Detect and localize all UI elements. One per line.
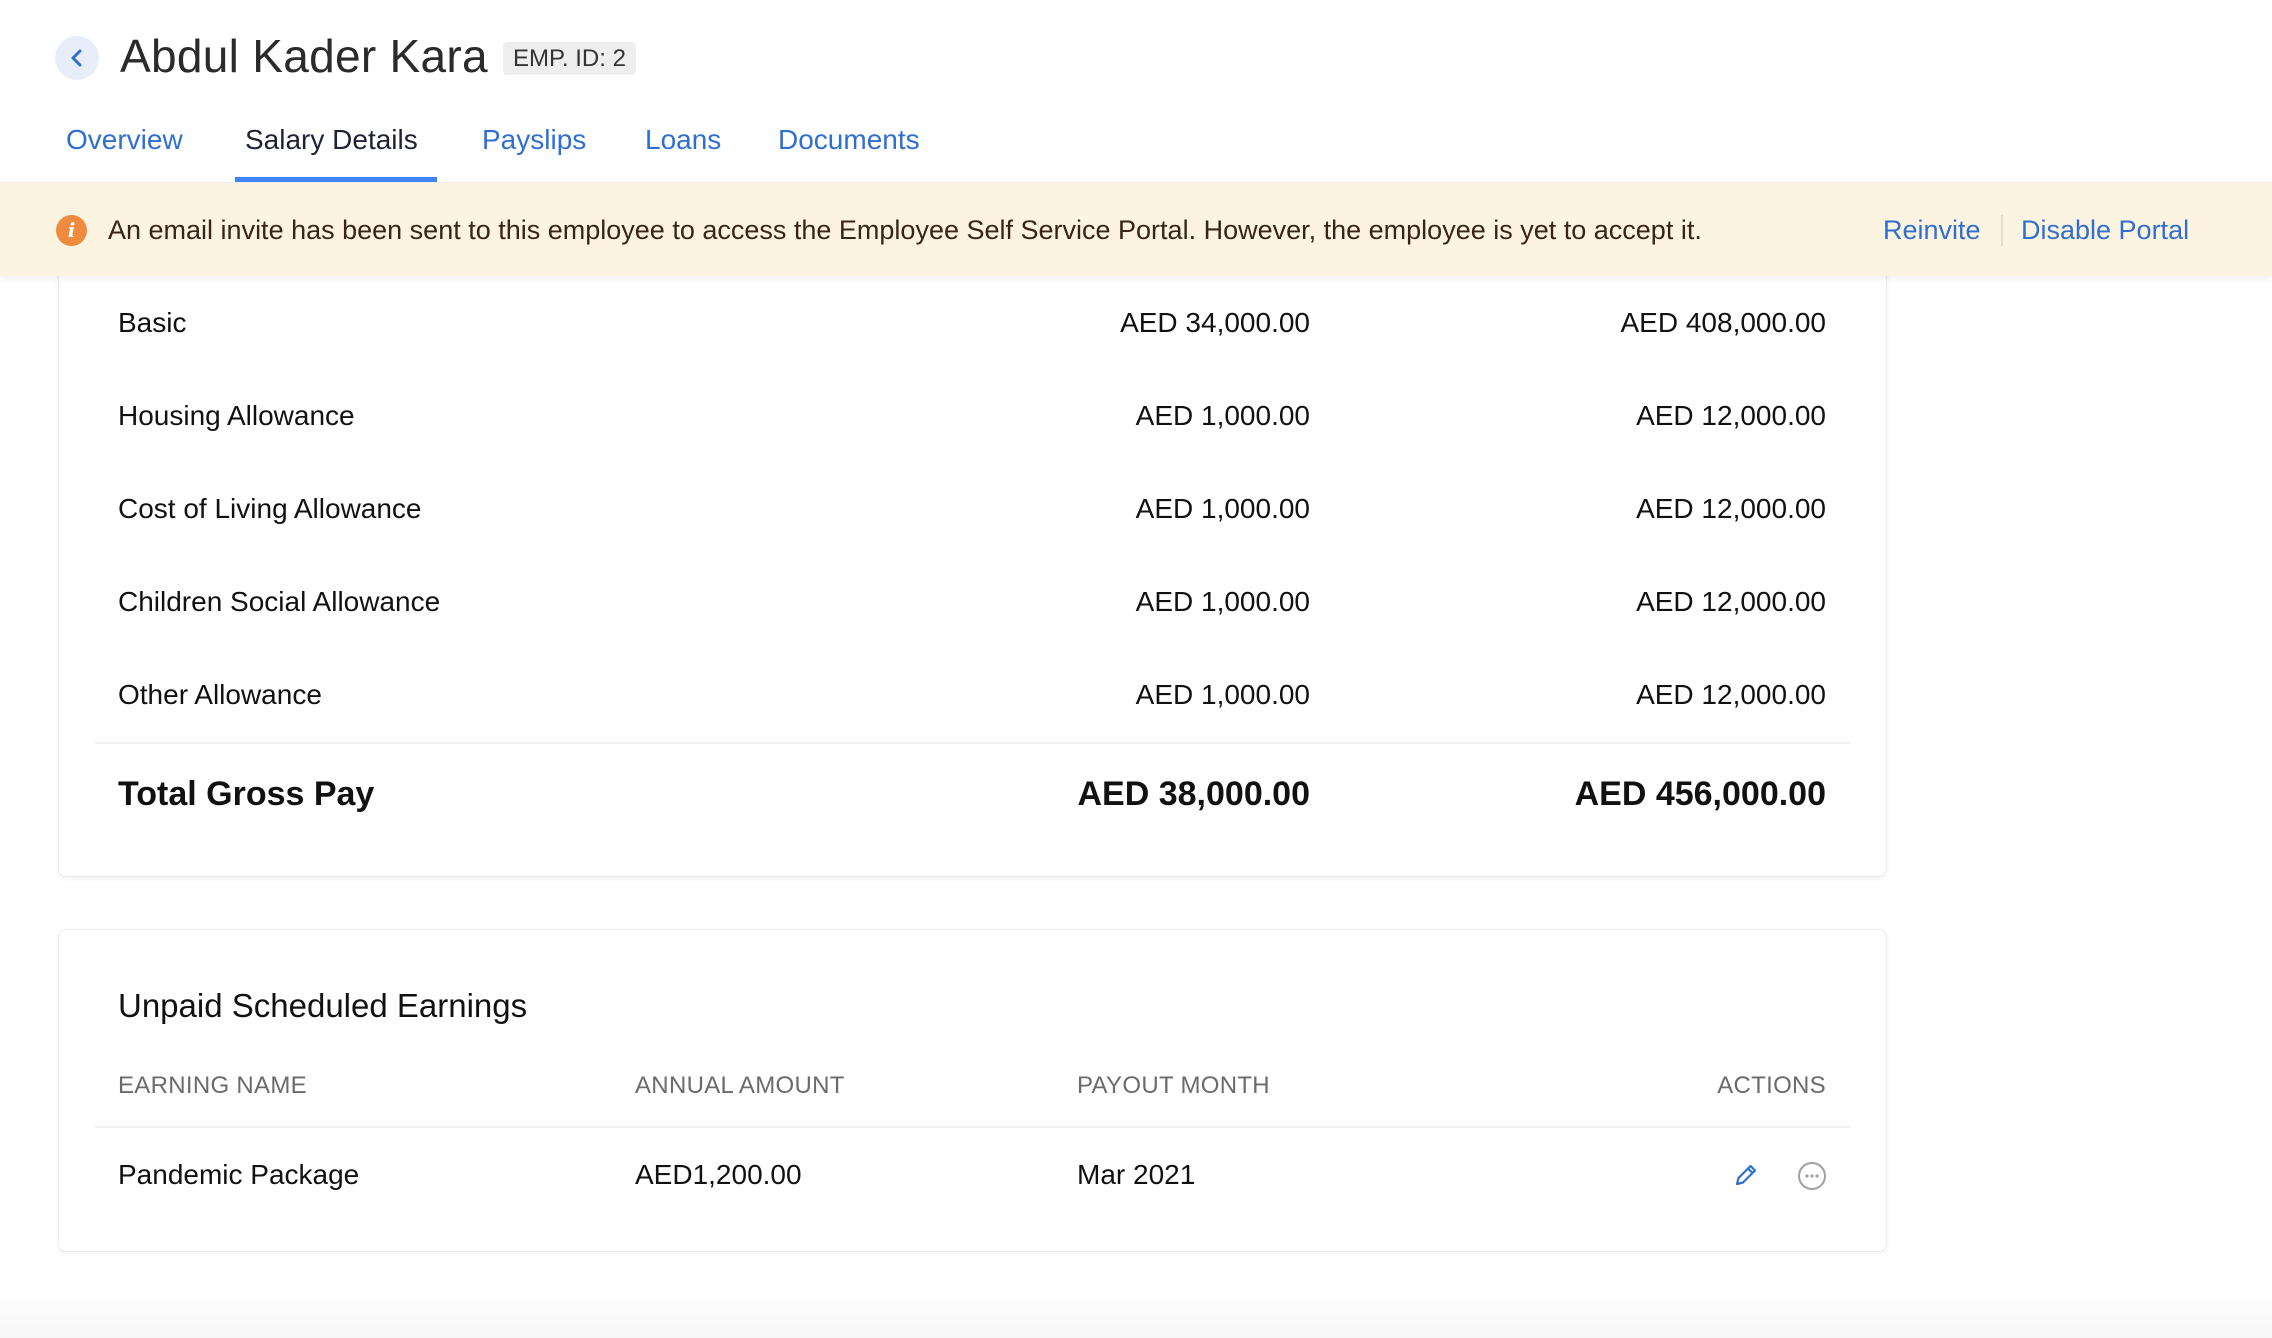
tab-documents[interactable]: Documents (778, 122, 920, 158)
edit-button[interactable] (1730, 1159, 1762, 1191)
reinvite-link[interactable]: Reinvite (1883, 212, 1981, 248)
more-options-icon (1798, 1162, 1826, 1190)
tab-salary-details[interactable]: Salary Details (245, 122, 418, 158)
column-header-annual-amount: ANNUAL AMOUNT (635, 1072, 845, 1099)
column-header-payout-month: PAYOUT MONTH (1077, 1072, 1270, 1099)
info-icon: i (56, 215, 87, 246)
tab-loans[interactable]: Loans (645, 122, 721, 158)
component-annual: AED 12,000.00 (1636, 586, 1826, 617)
component-annual: AED 12,000.00 (1636, 400, 1826, 431)
tab-payslips[interactable]: Payslips (482, 122, 586, 158)
component-monthly: AED 34,000.00 (1120, 307, 1310, 338)
component-annual: AED 408,000.00 (1620, 307, 1827, 338)
total-gross-pay-annual: AED 456,000.00 (1574, 775, 1826, 813)
unpaid-scheduled-earnings-card (58, 929, 1887, 1252)
active-tab-indicator (235, 177, 437, 182)
disable-portal-link[interactable]: Disable Portal (2021, 212, 2189, 248)
component-monthly: AED 1,000.00 (1135, 493, 1310, 524)
component-annual: AED 12,000.00 (1636, 679, 1826, 710)
tab-bar: Overview Salary Details Payslips Loans D… (0, 0, 2272, 184)
banner-message: An email invite has been sent to this em… (108, 215, 1702, 245)
column-header-actions: ACTIONS (1717, 1072, 1826, 1099)
banner-separator (2001, 215, 2003, 246)
component-name: Basic (118, 307, 187, 338)
edit-icon (1735, 1164, 1757, 1186)
component-monthly: AED 1,000.00 (1135, 400, 1310, 431)
tab-overview[interactable]: Overview (66, 122, 183, 158)
section-title: Unpaid Scheduled Earnings (118, 987, 528, 1024)
column-header-earning-name: EARNING NAME (118, 1072, 307, 1099)
total-gross-pay-monthly: AED 38,000.00 (1077, 775, 1311, 813)
component-monthly: AED 1,000.00 (1135, 679, 1310, 710)
component-name: Other Allowance (118, 679, 322, 710)
payout-month: Mar 2021 (1077, 1159, 1196, 1190)
component-name: Cost of Living Allowance (118, 493, 422, 524)
more-options-button[interactable] (1796, 1160, 1828, 1192)
annual-amount: AED1,200.00 (635, 1159, 802, 1190)
component-monthly: AED 1,000.00 (1135, 586, 1310, 617)
table-header-divider (95, 1126, 1850, 1128)
component-name: Children Social Allowance (118, 586, 441, 617)
total-divider (95, 742, 1850, 744)
earning-name: Pandemic Package (118, 1159, 360, 1190)
total-gross-pay-label: Total Gross Pay (118, 775, 375, 813)
component-annual: AED 12,000.00 (1636, 493, 1826, 524)
page-footer-fade (0, 1290, 2272, 1338)
component-name: Housing Allowance (118, 400, 355, 431)
